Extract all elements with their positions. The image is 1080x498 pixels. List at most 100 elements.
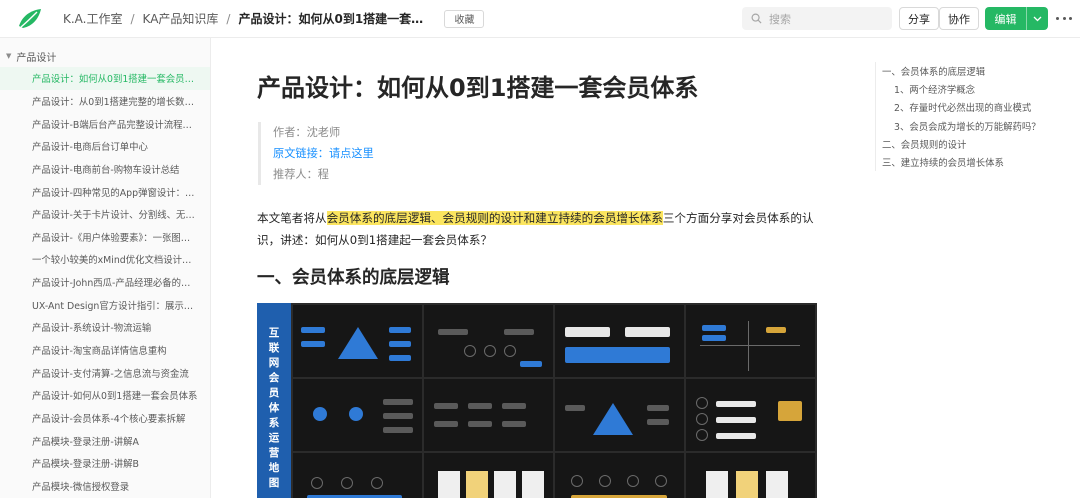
sidebar-item[interactable]: 产品设计-关于卡片设计、分割线、无框设计	[0, 203, 210, 226]
intro-paragraph: 本文笔者将从会员体系的底层逻辑、会员规则的设计和建立持续的会员增长体系三个方面分…	[257, 207, 825, 251]
top-header: K.A.工作室 / KA产品知识库 / 产品设计：如何从0到1搭建一套会员...…	[0, 0, 1080, 38]
share-button[interactable]: 分享	[899, 7, 939, 30]
sidebar-item[interactable]: UX-Ant Design官方设计指引：展示类组件	[0, 293, 210, 316]
sidebar-item[interactable]: 产品设计-系统设计-物流运输	[0, 316, 210, 339]
sidebar-item[interactable]: 产品设计：从0到1搭建完整的增长数据体系	[0, 90, 210, 113]
infographic-panel	[555, 379, 684, 451]
infographic-side-char: 会	[268, 371, 280, 384]
infographic-side-char: 营	[268, 446, 280, 459]
sidebar-item-label: 产品设计：从0到1搭建完整的增长数据体系	[32, 96, 198, 108]
infographic-side-char: 网	[268, 356, 280, 369]
sidebar-item[interactable]: 产品设计-电商前台-购物车设计总结	[0, 158, 210, 181]
sidebar-item-label: 产品设计-如何从0到1搭建一套会员体系	[32, 391, 198, 403]
sidebar-item-label: 产品设计-四种常见的App弹窗设计：Toast、Snackbar、Dialog、…	[32, 187, 198, 199]
article-meta-quote: 作者：沈老师 原文链接：请点这里 推荐人：程	[258, 122, 374, 185]
sidebar-item-label: 一个较小较美的xMind优化文档设计过程	[32, 255, 198, 267]
toc-item[interactable]: 2、存量时代必然出现的商业模式	[882, 98, 1041, 116]
infographic-panel	[424, 305, 553, 377]
edit-button[interactable]: 编辑	[985, 7, 1027, 30]
toc-item[interactable]: 三、建立持续的会员增长体系	[882, 153, 1041, 171]
author-line: 作者：沈老师	[273, 126, 341, 139]
toc-list: 一、会员体系的底层逻辑 1、两个经济学概念 2、存量时代必然出现的商业模式 3、会员会…	[875, 62, 1041, 172]
breadcrumb-knowledge-base[interactable]: KA产品知识库	[143, 10, 219, 27]
toc-item[interactable]: 一、会员体系的底层逻辑	[882, 62, 1041, 80]
infographic-panel	[686, 379, 815, 451]
sidebar-item-label: 产品设计-B端后台产品完整设计流程和规范	[32, 119, 198, 131]
breadcrumb-current-doc: 产品设计：如何从0到1搭建一套会员...	[238, 12, 429, 26]
membership-system-infographic[interactable]: 互联网会员体系运营地图	[257, 303, 817, 498]
infographic-side-char: 地	[268, 461, 280, 474]
chevron-down-icon	[1033, 16, 1042, 21]
sidebar-item-label: 产品设计-John西瓜-产品经理必备的十大能力	[32, 278, 198, 290]
infographic-panel	[424, 379, 553, 451]
sidebar-item-label: UX-Ant Design官方设计指引：展示类组件	[32, 300, 198, 312]
toc-item[interactable]: 1、两个经济学概念	[882, 80, 1041, 98]
infographic-grid	[291, 303, 817, 498]
source-link[interactable]: 原文链接：请点这里	[273, 147, 374, 160]
infographic-side-char: 运	[268, 431, 280, 444]
infographic-side-title: 互联网会员体系运营地图	[257, 303, 291, 498]
search-icon	[751, 13, 762, 24]
recommender-line: 推荐人：程	[273, 168, 329, 181]
sidebar-item[interactable]: 一个较小较美的xMind优化文档设计过程	[0, 248, 210, 271]
more-options-icon[interactable]	[1056, 11, 1072, 25]
breadcrumb-workspace[interactable]: K.A.工作室	[63, 10, 123, 27]
sidebar-group-product-design[interactable]: ▼ 产品设计	[0, 45, 210, 67]
sidebar-group-label: 产品设计	[16, 52, 57, 64]
doc-tree-sidebar: ▼ 产品设计 产品设计：如何从0到1搭建一套会员体系 产品设计：从0到1搭建完整的…	[0, 38, 211, 498]
sidebar-item-label: 产品模块-登录注册-讲解B	[32, 459, 139, 471]
sidebar-item-label: 产品模块-微信授权登录	[32, 481, 130, 493]
sidebar-item[interactable]: 产品设计：如何从0到1搭建一套会员体系	[0, 67, 210, 90]
sidebar-item[interactable]: 产品设计-B端后台产品完整设计流程和规范	[0, 112, 210, 135]
page-title: 产品设计：如何从0到1搭建一套会员体系	[257, 74, 699, 102]
infographic-panel	[555, 453, 684, 498]
sidebar-item-label: 产品设计-淘宝商品详情信息重构	[32, 346, 167, 357]
favorite-button[interactable]: 收藏	[444, 9, 485, 28]
infographic-side-char: 系	[268, 416, 280, 429]
sidebar-item[interactable]: 产品模块-登录注册-讲解A	[0, 429, 210, 452]
sidebar-item[interactable]: 产品模块-登录注册-讲解B	[0, 452, 210, 475]
sidebar-item[interactable]: 产品设计-如何从0到1搭建一套会员体系	[0, 384, 210, 407]
sidebar-item[interactable]: 产品设计-会员体系-4个核心要素拆解	[0, 407, 210, 430]
sidebar-item[interactable]: 产品模块-微信授权登录	[0, 475, 210, 498]
infographic-side-char: 图	[268, 476, 280, 489]
app-logo-icon[interactable]	[17, 8, 43, 30]
search-placeholder: 搜索	[769, 12, 791, 26]
edit-button-group: 编辑	[985, 7, 1048, 30]
infographic-panel	[293, 379, 422, 451]
breadcrumb-separator: /	[226, 11, 231, 26]
sidebar-item-label: 产品设计-支付清算-之信息流与资金流	[32, 368, 189, 380]
infographic-panel	[686, 305, 815, 377]
sidebar-item[interactable]: 产品设计-《用户体验要素》：一张图读懂	[0, 225, 210, 248]
sidebar-item[interactable]: 产品设计-四种常见的App弹窗设计：Toast、Snackbar、Dialog、…	[0, 180, 210, 203]
collaborate-button[interactable]: 协作	[939, 7, 979, 30]
sidebar-item-label: 产品设计-系统设计-物流运输	[32, 323, 152, 335]
document-content: 产品设计：如何从0到1搭建一套会员体系 作者：沈老师 原文链接：请点这里 推荐人…	[211, 38, 871, 498]
sidebar-item[interactable]: 产品设计-John西瓜-产品经理必备的十大能力	[0, 271, 210, 294]
infographic-panel	[293, 453, 422, 498]
sidebar-item-label: 产品设计：如何从0到1搭建一套会员体系	[32, 74, 198, 86]
sidebar-item-label: 产品设计-会员体系-4个核心要素拆解	[32, 413, 186, 425]
intro-text-1: 本文笔者将从	[257, 211, 327, 225]
breadcrumb: K.A.工作室 / KA产品知识库 / 产品设计：如何从0到1搭建一套会员...	[63, 10, 428, 27]
sidebar-list: 产品设计：如何从0到1搭建一套会员体系 产品设计：从0到1搭建完整的增长数据体系产…	[0, 67, 210, 497]
toc-item[interactable]: 3、会员会成为增长的万能解药吗？	[882, 117, 1041, 135]
search-input[interactable]: 搜索	[742, 7, 892, 30]
sidebar-item[interactable]: 产品设计-支付清算-之信息流与资金流	[0, 361, 210, 384]
toc-item[interactable]: 二、会员规则的设计	[882, 135, 1041, 153]
infographic-side-char: 互	[268, 326, 280, 339]
sidebar-item-label: 产品设计-电商后台订单中心	[32, 142, 148, 154]
infographic-panel	[424, 453, 553, 498]
sidebar-item-label: 产品设计-电商前台-购物车设计总结	[32, 164, 180, 176]
caret-down-icon: ▼	[6, 52, 12, 60]
infographic-side-char: 员	[268, 386, 280, 399]
sidebar-item[interactable]: 产品设计-淘宝商品详情信息重构	[0, 339, 210, 362]
section-heading-1: 一、会员体系的底层逻辑	[257, 268, 450, 288]
table-of-contents: 一、会员体系的底层逻辑 1、两个经济学概念 2、存量时代必然出现的商业模式 3、会员会…	[871, 38, 1080, 498]
sidebar-item-label: 产品设计-《用户体验要素》：一张图读懂	[32, 232, 198, 244]
infographic-side-char: 体	[268, 401, 280, 414]
infographic-panel	[555, 305, 684, 377]
sidebar-item-label: 产品设计-关于卡片设计、分割线、无框设计	[32, 210, 198, 222]
sidebar-item[interactable]: 产品设计-电商后台订单中心	[0, 135, 210, 158]
edit-dropdown-button[interactable]	[1027, 7, 1048, 30]
